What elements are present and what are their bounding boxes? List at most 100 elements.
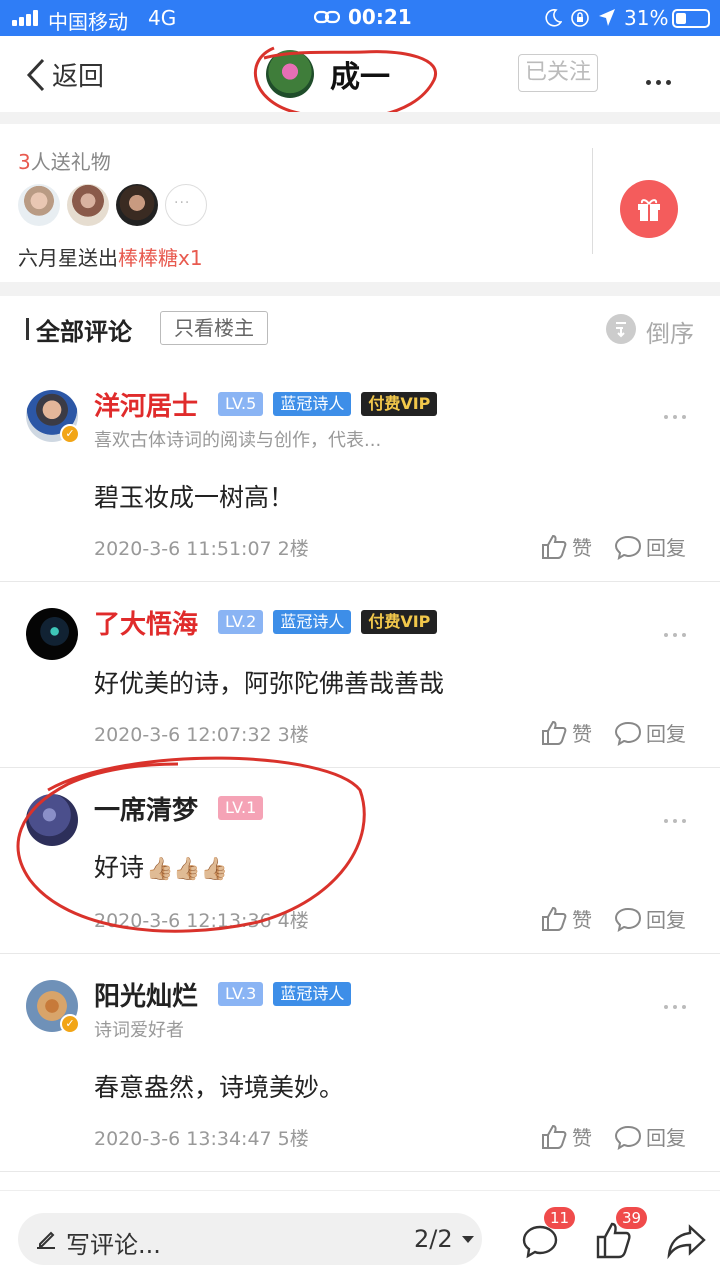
only-author-button[interactable]: 只看楼主: [160, 311, 268, 345]
clock: 00:21: [348, 5, 412, 29]
verified-icon: ✓: [60, 1014, 80, 1034]
avatar[interactable]: [18, 184, 60, 226]
sort-icon[interactable]: [606, 314, 636, 344]
comment-placeholder: 写评论...: [66, 1231, 161, 1259]
like-button[interactable]: 赞: [540, 1122, 592, 1151]
level-badge: LV.1: [218, 796, 264, 820]
like-count-badge: 39: [616, 1207, 648, 1229]
rotation-lock-icon: [571, 9, 589, 27]
commenter-name[interactable]: 了大悟海: [94, 604, 198, 641]
back-label: 返回: [52, 62, 105, 92]
avatar[interactable]: [26, 794, 78, 846]
avatar[interactable]: [116, 184, 158, 226]
comment-meta: 2020-3-6 12:13:36 4楼: [94, 910, 309, 932]
battery-percent: 31%: [624, 6, 669, 30]
more-senders-button[interactable]: ···: [165, 184, 207, 226]
write-comment-input[interactable]: 写评论... 2/2: [18, 1213, 482, 1265]
reply-button[interactable]: 回复: [614, 532, 686, 561]
comment-text: 好优美的诗，阿弥陀佛善哉善哉: [94, 669, 445, 698]
commenter-bio: 喜欢古体诗词的阅读与创作，代表...: [94, 430, 382, 451]
comment-meta: 2020-3-6 13:34:47 5楼: [94, 1128, 309, 1150]
avatar[interactable]: [67, 184, 109, 226]
thumb-up-icon: [542, 720, 567, 745]
poet-badge: 蓝冠诗人: [273, 982, 352, 1006]
more-options-icon[interactable]: [664, 994, 694, 1009]
chevron-down-icon[interactable]: [462, 1236, 474, 1243]
status-bar: 中国移动 4G 00:21 31%: [0, 0, 720, 36]
level-badge: LV.2: [218, 610, 264, 634]
page-indicator[interactable]: 2/2: [414, 1225, 453, 1253]
battery-icon: [672, 9, 710, 28]
comment-item: 了大悟海 LV.2 蓝冠诗人 付费VIP 好优美的诗，阿弥陀佛善哉善哉 2020…: [0, 582, 720, 768]
vip-badge: 付费VIP: [361, 610, 438, 634]
author-header[interactable]: 成一: [266, 50, 390, 98]
send-gift-button[interactable]: [620, 180, 678, 238]
gift-message: 六月星送出棒棒糖x1: [18, 246, 203, 270]
commenter-bio: 诗词爱好者: [94, 1020, 184, 1041]
thumbs-up-emoji: 👍🏼👍🏼👍🏼: [146, 857, 229, 882]
vip-badge: 付费VIP: [361, 392, 438, 416]
moon-icon: [545, 9, 562, 27]
commenter-name[interactable]: 洋河居士: [94, 386, 198, 423]
thumb-up-icon: [542, 534, 567, 559]
comment-icon: [614, 907, 642, 932]
gift-count: 3人送礼物: [18, 150, 111, 174]
badge-list: LV.2 蓝冠诗人 付费VIP: [218, 610, 447, 634]
comment-count-badge: 11: [544, 1207, 576, 1229]
comment-icon: [614, 721, 642, 746]
poet-badge: 蓝冠诗人: [273, 392, 352, 416]
avatar[interactable]: [26, 608, 78, 660]
location-icon: [599, 9, 615, 26]
author-avatar[interactable]: [266, 50, 314, 98]
sort-button[interactable]: 倒序: [646, 314, 694, 349]
pencil-icon: [37, 1231, 55, 1249]
bottom-bar: 写评论... 2/2 11 39: [0, 1190, 720, 1280]
nav-bar: 返回 成一 已关注: [0, 36, 720, 112]
more-options-icon[interactable]: [646, 70, 676, 85]
thumb-up-icon: [542, 1124, 567, 1149]
gift-icon: [638, 199, 660, 221]
thumb-up-icon: [542, 906, 567, 931]
follow-button[interactable]: 已关注: [518, 54, 598, 92]
comment-meta: 2020-3-6 12:07:32 3楼: [94, 724, 309, 746]
comment-item: ✓ 洋河居士 LV.5 蓝冠诗人 付费VIP 喜欢古体诗词的阅读与创作，代表..…: [0, 364, 720, 582]
gift-sender-avatars[interactable]: ···: [18, 184, 214, 226]
comment-icon: [614, 535, 642, 560]
reply-button[interactable]: 回复: [614, 718, 686, 747]
signal-icon: [12, 10, 42, 26]
more-options-icon[interactable]: [664, 808, 694, 823]
back-button[interactable]: 返回: [26, 56, 104, 93]
comments-header: 全部评论 只看楼主 倒序: [0, 296, 720, 364]
comment-text: 好诗👍🏼👍🏼👍🏼: [94, 853, 229, 882]
reply-button[interactable]: 回复: [614, 904, 686, 933]
level-badge: LV.3: [218, 982, 264, 1006]
comments-title: 全部评论: [36, 318, 132, 346]
more-options-icon[interactable]: [664, 622, 694, 637]
share-icon[interactable]: [666, 1221, 706, 1261]
badge-list: LV.3 蓝冠诗人: [218, 982, 361, 1006]
poet-badge: 蓝冠诗人: [273, 610, 352, 634]
reply-button[interactable]: 回复: [614, 1122, 686, 1151]
commenter-name[interactable]: 一席清梦: [94, 790, 198, 827]
link-icon: [314, 10, 340, 24]
comment-item: 一席清梦 LV.1 好诗👍🏼👍🏼👍🏼 2020-3-6 12:13:36 4楼 …: [0, 768, 720, 954]
chevron-left-icon: [26, 58, 45, 91]
divider: [592, 148, 593, 254]
divider: [0, 112, 720, 124]
like-button[interactable]: 赞: [540, 532, 592, 561]
comment-text: 春意盎然，诗境美妙。: [94, 1073, 345, 1102]
more-options-icon[interactable]: [664, 404, 694, 419]
network-label: 4G: [148, 6, 177, 30]
divider: [0, 282, 720, 296]
commenter-name[interactable]: 阳光灿烂: [94, 976, 198, 1013]
like-button[interactable]: 赞: [540, 904, 592, 933]
verified-icon: ✓: [60, 424, 80, 444]
comment-icon: [614, 1125, 642, 1150]
comment-text: 碧玉妆成一树高！: [94, 483, 295, 512]
carrier-label: 中国移动: [48, 10, 128, 34]
comment-item: ✓ 阳光灿烂 LV.3 蓝冠诗人 诗词爱好者 春意盎然，诗境美妙。 2020-3…: [0, 954, 720, 1172]
badge-list: LV.5 蓝冠诗人 付费VIP: [218, 392, 447, 416]
gift-section: 3人送礼物 ··· 六月星送出棒棒糖x1: [0, 124, 720, 282]
like-button[interactable]: 赞: [540, 718, 592, 747]
author-name: 成一: [330, 60, 390, 95]
